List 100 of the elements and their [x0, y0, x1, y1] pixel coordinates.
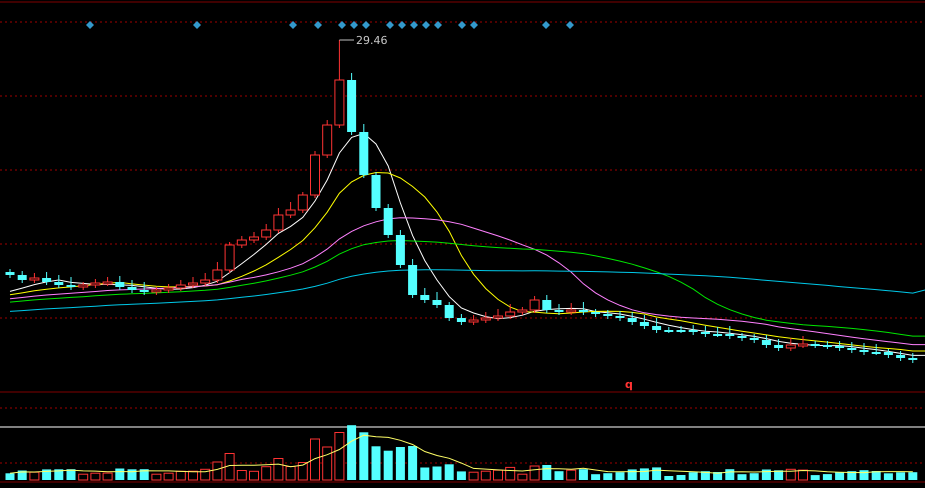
- candlestick: [688, 324, 698, 336]
- volume-bar: [261, 466, 272, 480]
- candlestick: [652, 318, 662, 334]
- volume-bar: [249, 470, 259, 480]
- volume-bar: [286, 466, 296, 480]
- candlestick: [530, 296, 540, 314]
- candlestick: [176, 280, 186, 292]
- volume-bar: [493, 470, 503, 480]
- candlestick: [578, 302, 588, 316]
- volume-bar: [688, 472, 698, 480]
- volume-bar: [591, 474, 600, 480]
- volume-bar: [66, 469, 76, 480]
- volume-bar: [750, 473, 759, 480]
- candlestick: [640, 314, 649, 330]
- candlestick: [115, 276, 124, 290]
- candlestick: [164, 284, 174, 294]
- candlestick: [6, 268, 14, 278]
- volume-bar: [480, 470, 491, 480]
- candlestick: [725, 326, 734, 340]
- volume-bar: [200, 468, 210, 480]
- volume-bar: [408, 446, 418, 480]
- volume-bar: [786, 468, 796, 480]
- volume-bar: [372, 446, 380, 480]
- volume-bar: [188, 470, 198, 480]
- candlestick: [750, 334, 759, 344]
- candlestick: [78, 282, 88, 290]
- candlestick: [542, 294, 552, 314]
- candlestick: [628, 312, 637, 326]
- volume-bar: [236, 470, 247, 480]
- volume-bar: [140, 469, 149, 480]
- candlestick: [384, 204, 393, 238]
- candlestick: [432, 292, 442, 308]
- candlestick: [224, 242, 235, 274]
- candlestick: [700, 326, 710, 338]
- volume-bar: [384, 450, 393, 480]
- candlestick: [188, 276, 198, 288]
- marker-label: q: [625, 378, 633, 391]
- volume-bar: [310, 438, 320, 480]
- candlestick: [676, 326, 686, 334]
- volume-bar: [517, 474, 528, 480]
- volume-bar: [554, 471, 564, 480]
- high-price-label: 29.46: [356, 34, 388, 47]
- candlestick: [554, 304, 564, 316]
- volume-bar: [151, 474, 162, 480]
- candlestick: [286, 202, 296, 218]
- volume-bar: [432, 466, 442, 480]
- volume-bar: [798, 470, 808, 480]
- candlestick: [18, 270, 27, 284]
- candlestick: [151, 286, 162, 296]
- volume-bar: [347, 425, 356, 480]
- volume-bar: [566, 470, 576, 480]
- candlestick: [480, 312, 491, 324]
- candlestick: [810, 340, 820, 348]
- candlestick: [738, 332, 746, 342]
- candlestick: [517, 306, 528, 316]
- candlestick: [273, 208, 284, 234]
- volume-bar: [224, 453, 235, 480]
- volume-bar: [334, 432, 344, 480]
- volume-bar: [90, 472, 100, 480]
- candlestick: [774, 338, 784, 352]
- candlestick: [347, 72, 356, 136]
- candlestick: [29, 272, 40, 284]
- volume-bar: [810, 475, 820, 480]
- candlestick: [860, 342, 868, 356]
- volume-bar: [616, 472, 624, 480]
- candlestick: [847, 342, 856, 354]
- volume-bar: [78, 474, 88, 480]
- candlestick: [908, 352, 918, 364]
- candlestick: [822, 340, 832, 350]
- candlestick: [664, 326, 674, 334]
- candlestick: [566, 302, 576, 316]
- candlestick: [54, 274, 64, 288]
- volume-bar: [860, 470, 868, 480]
- volume-bar: [176, 470, 186, 480]
- candlestick: [249, 232, 259, 244]
- candlestick: [420, 288, 430, 304]
- volume-bar: [273, 458, 284, 480]
- candlestick: [372, 172, 380, 212]
- volume-bar: [676, 475, 686, 480]
- candlestick: [762, 334, 771, 348]
- volume-bar: [298, 462, 308, 480]
- candlestick: [396, 230, 405, 268]
- candlestick: [128, 280, 136, 294]
- volume-bar: [505, 466, 516, 480]
- candlestick: [896, 350, 906, 362]
- candlestick: [786, 338, 796, 352]
- volume-bar: [164, 472, 174, 480]
- candlestick: [616, 310, 624, 322]
- candlestick: [200, 272, 210, 286]
- candlestick: [90, 278, 100, 288]
- candlestick: [310, 150, 320, 198]
- candlestick: [603, 310, 612, 320]
- candlestick: [884, 348, 893, 358]
- candlestick: [212, 262, 222, 284]
- candlestick: [236, 236, 247, 248]
- volume-bar: [738, 474, 746, 480]
- candlestick: [322, 120, 332, 158]
- candlestick: [140, 282, 149, 296]
- candlestick: [456, 314, 466, 326]
- volume-bar: [29, 472, 40, 480]
